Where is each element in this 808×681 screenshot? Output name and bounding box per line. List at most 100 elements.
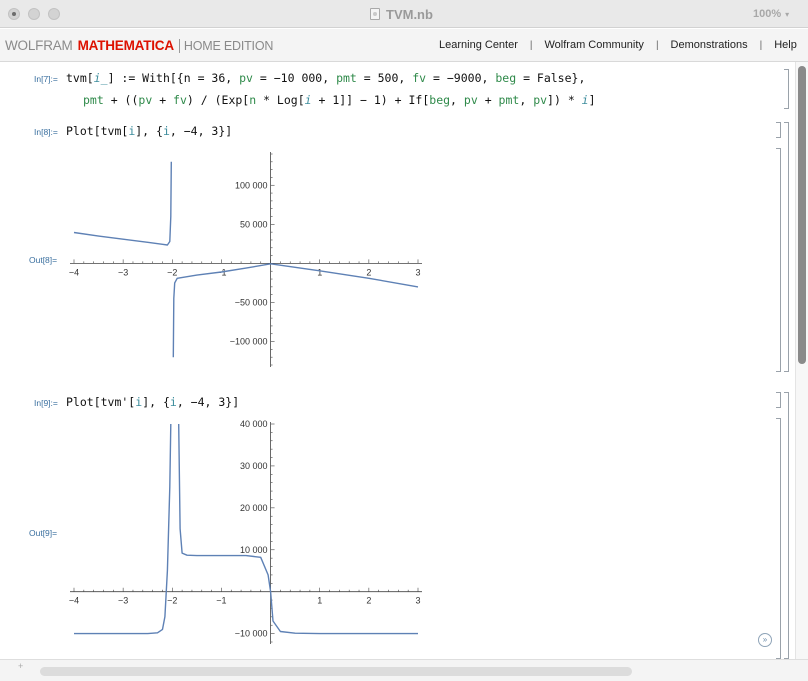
header-links: Learning Center | Wolfram Community | De… [439, 39, 797, 51]
code-token: ) / (Exp[ [186, 93, 250, 107]
code-token: ]) * [547, 93, 582, 107]
notebook-area[interactable]: In[7]:= tvm[i_] := With[{n = 36, pv = −1… [0, 62, 795, 659]
close-window-button[interactable] [8, 8, 20, 20]
learning-center-link[interactable]: Learning Center [439, 39, 518, 51]
brand-logo: WOLFRAM MATHEMATICA HOME EDITION [5, 38, 273, 53]
code-token: , [450, 93, 464, 107]
in7-code-line1[interactable]: tvm[i_] := With[{n = 36, pv = −10 000, p… [66, 71, 585, 85]
brand-divider [178, 38, 180, 53]
code-token: i [169, 395, 177, 409]
code-token: = 500, [356, 71, 413, 85]
zoom-level: 100% [753, 8, 782, 20]
code-token: + (( [103, 93, 139, 107]
cell-group-bracket-9[interactable] [784, 392, 789, 659]
plot-tvm-derivative[interactable]: −4 −3 −2 −1 1 2 3 40 000 30 000 20 000 10 000 −10 0… [60, 417, 430, 649]
x-tick-label: −2 [167, 267, 177, 277]
window-title: TVM.nb [370, 6, 433, 22]
cell-bracket-in7[interactable] [784, 69, 789, 109]
link-separator: | [655, 39, 659, 51]
code-token: tvm[ [66, 71, 94, 85]
link-separator: | [529, 39, 533, 51]
cell-group-bracket-8[interactable] [784, 122, 789, 372]
x-tick-label: −3 [118, 267, 128, 277]
code-token: beg [495, 71, 517, 85]
help-link[interactable]: Help [774, 39, 797, 51]
x-tick-label: 1 [317, 267, 322, 277]
in9-label: In[9]:= [34, 398, 58, 408]
docked-header: WOLFRAM MATHEMATICA HOME EDITION Learnin… [0, 29, 808, 62]
cell-bracket-out8[interactable] [776, 148, 781, 372]
y-tick-label: 10 000 [240, 545, 268, 555]
insert-cell-icon[interactable]: » [758, 633, 772, 647]
code-token: pmt [498, 93, 520, 107]
code-token: pmt [336, 71, 357, 85]
wolfram-community-link[interactable]: Wolfram Community [545, 39, 644, 51]
x-tick-label: −2 [167, 596, 177, 606]
plot2-series-1 [178, 423, 418, 635]
in9-code[interactable]: Plot[tvm'[i], {i, −4, 3}] [66, 395, 239, 409]
x-tick-label: 2 [366, 596, 371, 606]
code-token: i [304, 93, 312, 107]
x-tick-label: 1 [317, 596, 322, 606]
x-tick-label: −1 [216, 596, 226, 606]
y-tick-label: −100 000 [230, 337, 268, 347]
zoom-menu[interactable]: 100% ▾ [753, 8, 789, 20]
in7-code-line2[interactable]: pmt + ((pv + fv) / (Exp[n * Log[i + 1]] … [83, 93, 596, 107]
code-token: i [162, 124, 170, 138]
code-token: pv [463, 93, 478, 107]
code-token: = False}, [516, 71, 586, 85]
minimize-window-button[interactable] [28, 8, 40, 20]
code-token: ] [588, 93, 596, 107]
brand-mathematica: MATHEMATICA [77, 38, 174, 53]
plot1-series-1 [172, 263, 419, 358]
y-tick-label: 30 000 [240, 461, 268, 471]
x-tick-label: −4 [69, 267, 79, 277]
code-token: + 1]] − 1) + If[ [311, 93, 430, 107]
code-token: = −9000, [426, 71, 496, 85]
code-token: i_ [93, 71, 108, 85]
x-tick-label: 3 [415, 596, 420, 606]
cell-bracket-in8[interactable] [776, 122, 781, 138]
out8-label: Out[8]= [29, 255, 58, 265]
cell-bracket-in9[interactable] [776, 392, 781, 408]
y-tick-label: 100 000 [235, 180, 268, 190]
x-tick-label: −3 [118, 596, 128, 606]
notebook-document-icon [370, 8, 380, 20]
y-tick-label: −10 000 [235, 629, 268, 639]
code-token: fv [412, 71, 427, 85]
code-token: Plot[tvm'[ [66, 395, 136, 409]
in7-label: In[7]:= [34, 74, 58, 84]
brand-edition: HOME EDITION [183, 38, 274, 53]
y-tick-label: 40 000 [240, 419, 268, 429]
chevron-down-icon: ▾ [785, 9, 790, 19]
code-token: * Log[ [256, 93, 305, 107]
horizontal-scrollbar[interactable]: + [0, 659, 808, 681]
code-token: beg [429, 93, 451, 107]
x-tick-label: 3 [415, 267, 420, 277]
code-token: ] := With[{n = 36, [107, 71, 240, 85]
code-token: pv [239, 71, 253, 85]
x-tick-label: −4 [69, 596, 79, 606]
in8-code[interactable]: Plot[tvm[i], {i, −4, 3}] [66, 124, 232, 138]
title-bar: TVM.nb 100% ▾ [0, 0, 808, 28]
code-token: , [519, 93, 534, 107]
code-token: pv [533, 93, 548, 107]
in8-label: In[8]:= [34, 127, 58, 137]
link-separator: | [759, 39, 763, 51]
demonstrations-link[interactable]: Demonstrations [671, 39, 748, 51]
zoom-window-button[interactable] [48, 8, 60, 20]
vertical-scroll-thumb[interactable] [798, 66, 806, 364]
horizontal-scroll-thumb[interactable] [40, 667, 632, 676]
cell-bracket-out9[interactable] [776, 418, 781, 659]
vertical-scrollbar[interactable] [795, 62, 808, 659]
mathematica-window: TVM.nb 100% ▾ WOLFRAM MATHEMATICA HOME E… [0, 0, 808, 681]
code-token: = −10 000, [252, 71, 337, 85]
code-token: ], { [142, 395, 170, 409]
code-token: fv [173, 93, 187, 107]
brand-wolfram: WOLFRAM [5, 38, 73, 53]
code-token: + [477, 93, 499, 107]
add-cell-icon[interactable]: + [18, 661, 23, 671]
code-token: ], { [135, 124, 163, 138]
plot-tvm[interactable]: −4 −3 −2 −1 1 2 3100 00050 000−50 000−100 000 [60, 147, 430, 372]
y-tick-label: −50 000 [235, 297, 268, 307]
